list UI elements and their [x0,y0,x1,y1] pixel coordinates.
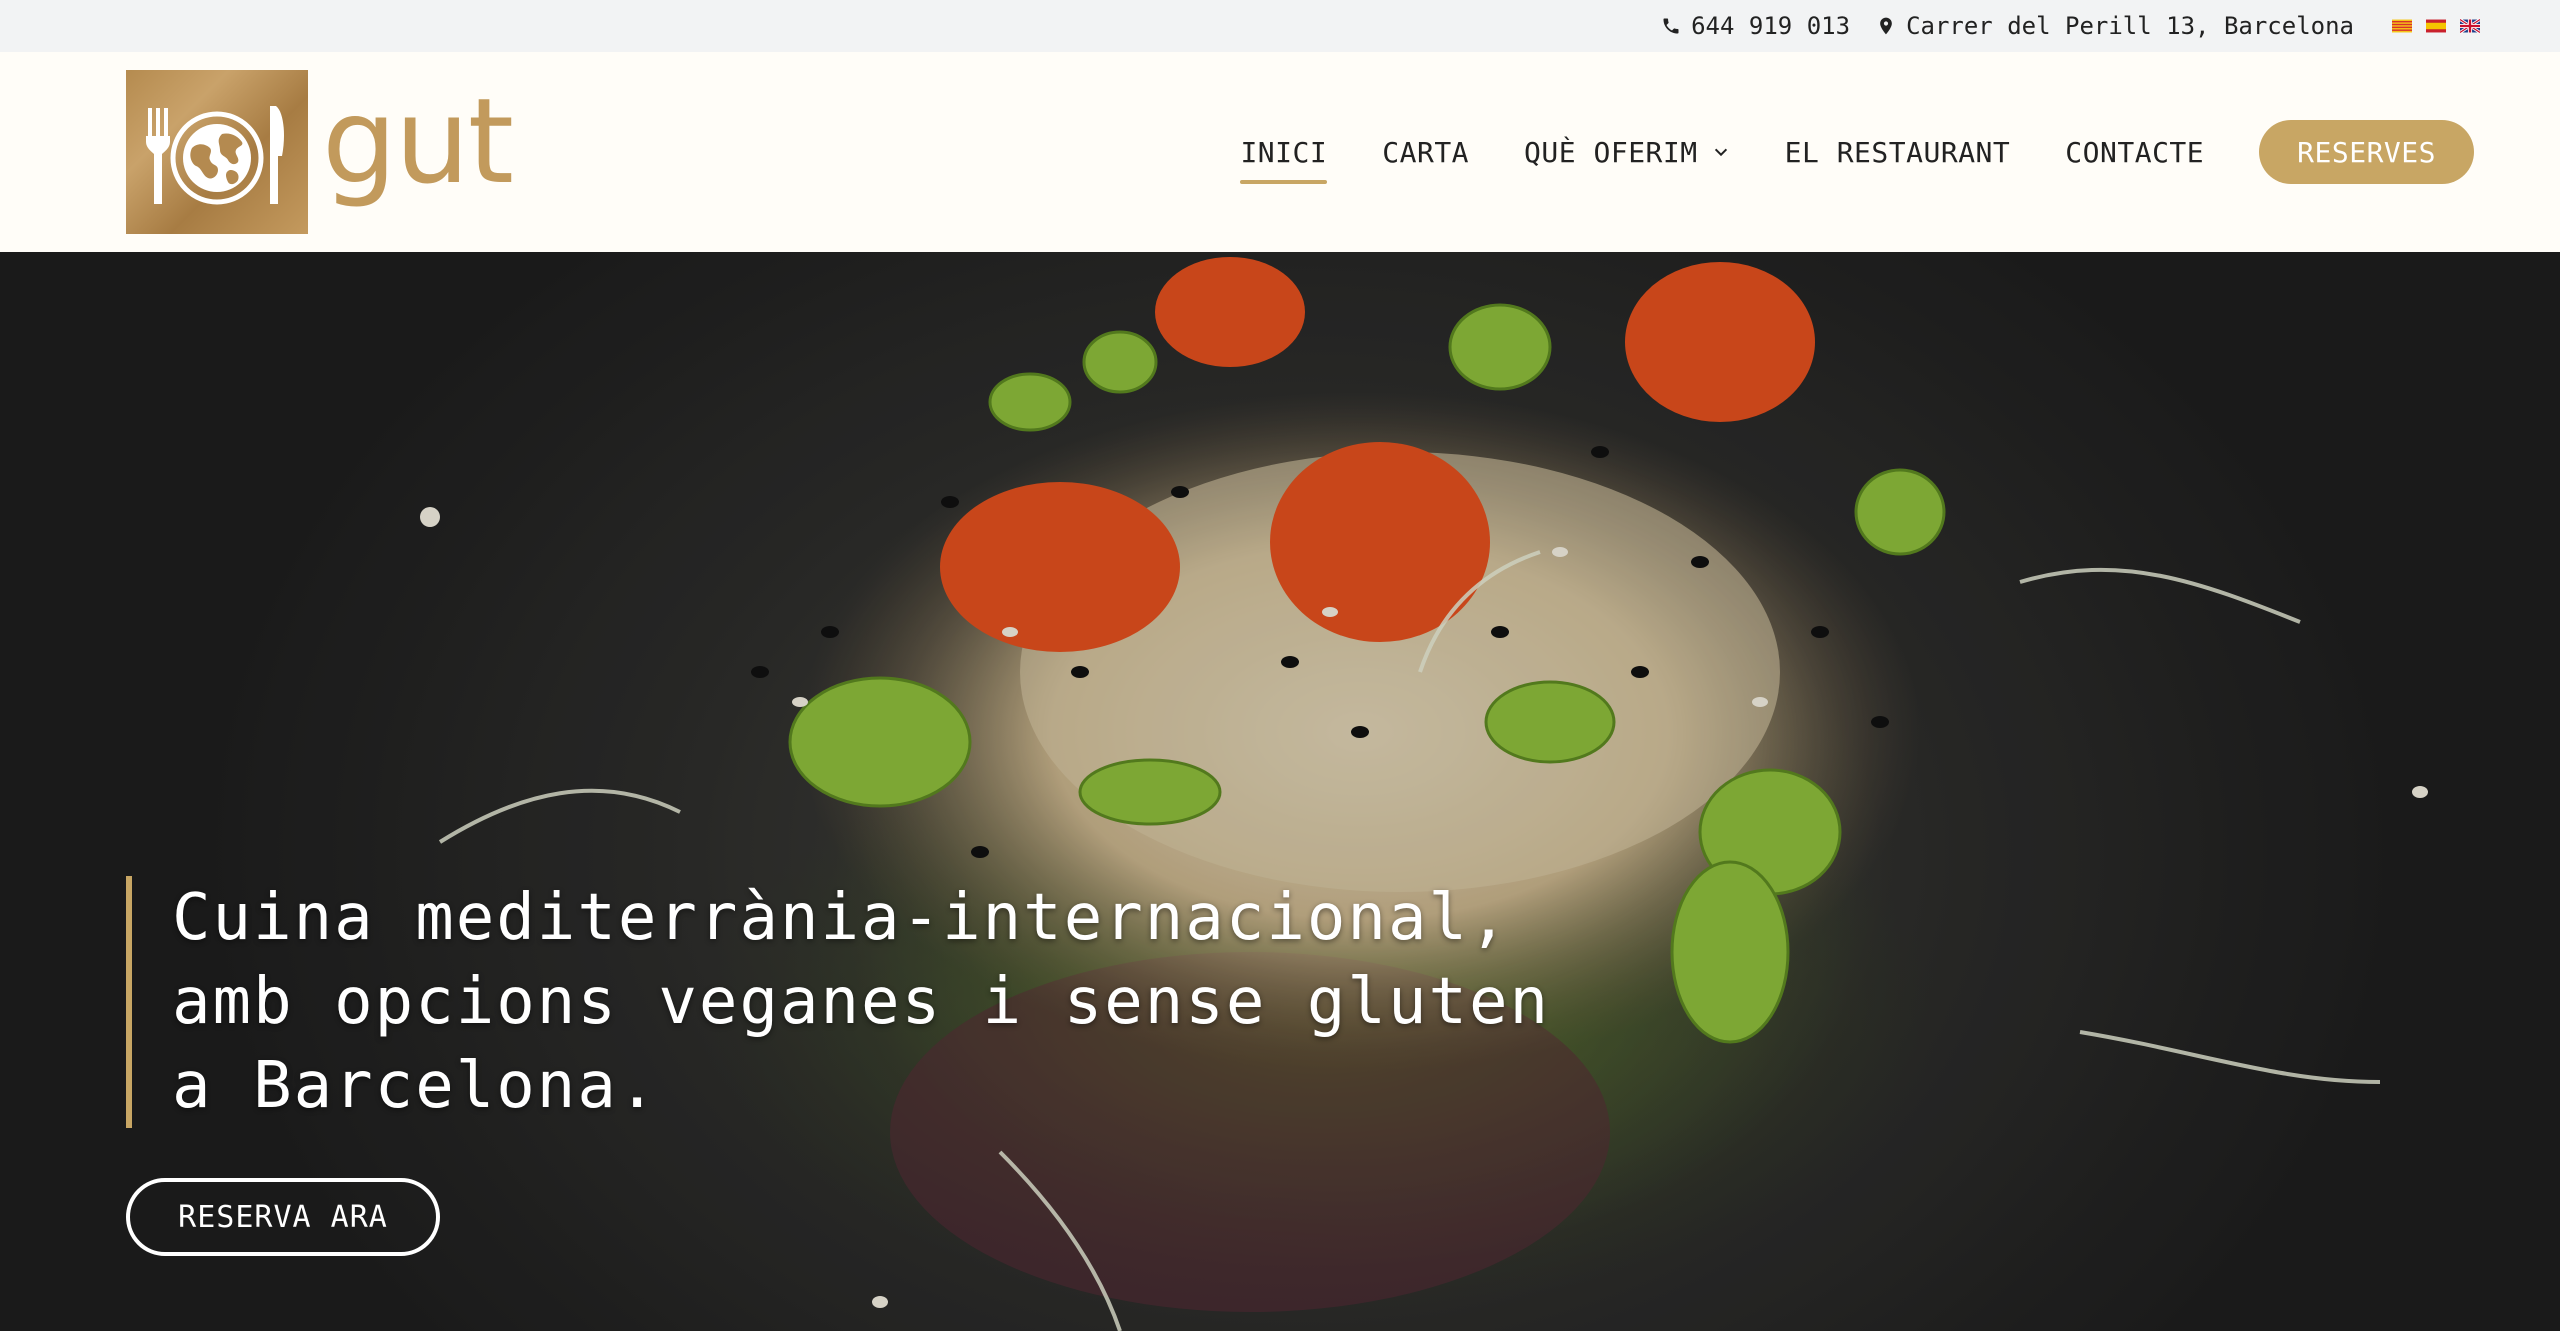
uk-flag-icon[interactable] [2460,15,2480,37]
phone-number: 644 919 013 [1691,12,1851,40]
map-pin-icon [1880,17,1892,35]
tagline-line-1: Cuina mediterrània-internacional, [172,881,1510,955]
reserva-ara-button[interactable]: RESERVA ARA [126,1178,440,1256]
site-logo[interactable]: gut [126,70,514,234]
address-link[interactable]: Carrer del Perill 13, Barcelona [1876,12,2354,40]
logo-wordmark: gut [322,72,514,210]
language-switcher [2392,15,2480,37]
nav-item-inici[interactable]: INICI [1240,120,1328,184]
address-text: Carrer del Perill 13, Barcelona [1906,12,2354,40]
catalan-flag-icon[interactable] [2392,15,2412,37]
contact-info: 644 919 013 Carrer del Perill 13, Barcel… [1661,0,2480,52]
main-navigation: INICI CARTA QUÈ OFERIM EL RESTAURANT CON… [1240,120,2474,184]
spanish-flag-icon[interactable] [2426,15,2446,37]
cutlery-globe-logo-icon [126,70,308,234]
hero-tagline: Cuina mediterrània-internacional, amb op… [126,876,1550,1128]
nav-item-carta[interactable]: CARTA [1382,120,1469,184]
nav-item-contacte[interactable]: CONTACTE [2065,120,2204,184]
hero-food-image [0,252,2560,1331]
chevron-down-icon [1714,148,1727,157]
hero-section: Cuina mediterrània-internacional, amb op… [0,252,2560,1331]
phone-link[interactable]: 644 919 013 [1661,12,1850,40]
nav-item-que-oferim[interactable]: QUÈ OFERIM [1524,120,1730,184]
top-info-bar: 644 919 013 Carrer del Perill 13, Barcel… [0,0,2560,52]
site-header: gut INICI CARTA QUÈ OFERIM EL RESTAURANT… [0,52,2560,252]
tagline-line-2: amb opcions veganes i sense gluten [172,965,1551,1039]
phone-icon [1663,18,1679,34]
nav-item-que-oferim-label: QUÈ OFERIM [1524,135,1698,169]
nav-item-el-restaurant[interactable]: EL RESTAURANT [1785,120,2011,184]
tagline-line-3: a Barcelona. [172,1049,659,1123]
reserves-button[interactable]: RESERVES [2259,120,2474,184]
